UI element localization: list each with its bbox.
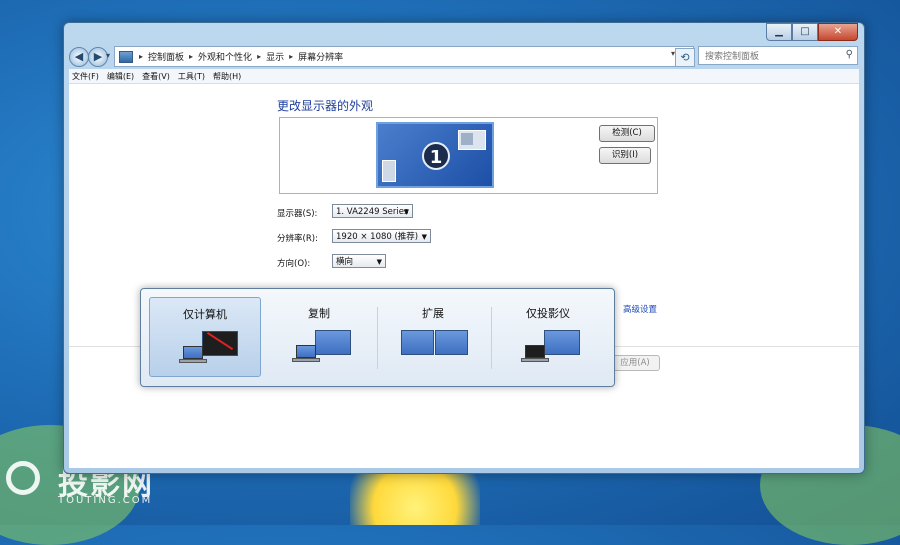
option-computer-only[interactable]: 仅计算机 [149,297,261,377]
navigation-bar: ◀ ▶ ▾ ▸ 控制面板 ▸ 外观和个性化 ▸ 显示 ▸ 屏幕分辨率 ▾ ⟲ ⚲ [64,41,864,69]
projector-screen-icon [544,330,580,355]
projector-off-screen-icon [202,331,238,356]
orientation-select[interactable]: 横向 ▼ [332,254,386,268]
screen-left-icon [401,330,434,355]
option-extend[interactable]: 扩展 [377,297,489,377]
chevron-down-icon: ▼ [421,233,427,241]
monitor-number: 1 [422,142,450,170]
breadcrumb-appearance[interactable]: 外观和个性化 [198,50,252,63]
history-dropdown-icon[interactable]: ▾ [106,51,110,60]
option-projector-only[interactable]: 仅投影仪 [492,297,604,377]
option-label: 仅计算机 [183,308,227,321]
menu-file[interactable]: 文件(F) [72,71,99,82]
forward-button[interactable]: ▶ [88,47,108,67]
menu-edit[interactable]: 编辑(E) [107,71,134,82]
menu-help[interactable]: 帮助(H) [213,71,241,82]
resolution-select-value: 1920 × 1080 (推荐) [336,232,419,242]
chevron-right-icon: ▸ [189,52,194,61]
orientation-label: 方向(O): [277,259,311,269]
identify-button[interactable]: 识别(I) [599,147,651,164]
breadcrumb-control-panel[interactable]: 控制面板 [148,50,184,63]
chevron-down-icon: ▼ [403,208,409,216]
resolution-label: 分辨率(R): [277,234,318,244]
orientation-select-value: 横向 [336,257,354,267]
content-area: 更改显示器的外观 1 检测(C) 识别(I) 显示器(S): 1. VA2249… [69,84,859,468]
minimize-button[interactable]: ▁ [766,23,792,41]
display-label: 显示器(S): [277,209,318,219]
chevron-down-icon: ▼ [376,258,382,266]
menu-view[interactable]: 查看(V) [142,71,170,82]
monitor-1-tile[interactable]: 1 [376,122,494,188]
menu-bar: 文件(F) 编辑(E) 查看(V) 工具(T) 帮助(H) [69,69,859,84]
search-icon[interactable]: ⚲ [846,49,853,60]
close-button[interactable]: ✕ [818,23,858,41]
projection-switcher: 仅计算机 复制 扩展 仅投影仪 [140,288,615,387]
menu-tools[interactable]: 工具(T) [178,71,205,82]
chevron-right-icon: ▸ [257,52,262,61]
advanced-settings-link[interactable]: 高级设置 [623,303,657,315]
maximize-button[interactable]: □ [792,23,818,41]
watermark-ring-icon [6,461,40,495]
display-select-value: 1. VA2249 Series [336,207,409,217]
detect-button[interactable]: 检测(C) [599,125,655,142]
search-box[interactable]: ⚲ [698,46,858,65]
option-label: 仅投影仪 [526,307,570,320]
caption-buttons: ▁ □ ✕ [766,23,858,41]
window-icon [458,130,486,150]
option-label: 扩展 [422,307,444,320]
back-button[interactable]: ◀ [69,47,89,67]
resolution-select[interactable]: 1920 × 1080 (推荐) ▼ [332,229,431,243]
option-label: 复制 [308,307,330,320]
breadcrumb-screen-resolution[interactable]: 屏幕分辨率 [298,50,343,63]
apply-button[interactable]: 应用(A) [610,355,660,371]
option-duplicate[interactable]: 复制 [263,297,375,377]
chevron-right-icon: ▸ [139,52,144,61]
control-panel-window: ▁ □ ✕ ◀ ▶ ▾ ▸ 控制面板 ▸ 外观和个性化 ▸ 显示 ▸ 屏幕分辨率… [63,22,865,474]
screen-right-icon [435,330,468,355]
page-title: 更改显示器的外观 [277,99,374,113]
display-preview: 1 检测(C) 识别(I) [279,117,658,194]
search-input[interactable] [703,48,837,65]
control-panel-icon [119,50,133,63]
refresh-icon[interactable]: ⟲ [675,48,695,67]
chevron-right-icon: ▸ [289,52,294,61]
projector-screen-icon [315,330,351,355]
address-bar[interactable]: ▸ 控制面板 ▸ 外观和个性化 ▸ 显示 ▸ 屏幕分辨率 ▾ [114,46,694,67]
watermark-subtext: TOUTING.COM [58,495,153,506]
display-select[interactable]: 1. VA2249 Series ▼ [332,204,413,218]
monitor-side-icon [382,160,396,182]
breadcrumb-display[interactable]: 显示 [266,50,284,63]
